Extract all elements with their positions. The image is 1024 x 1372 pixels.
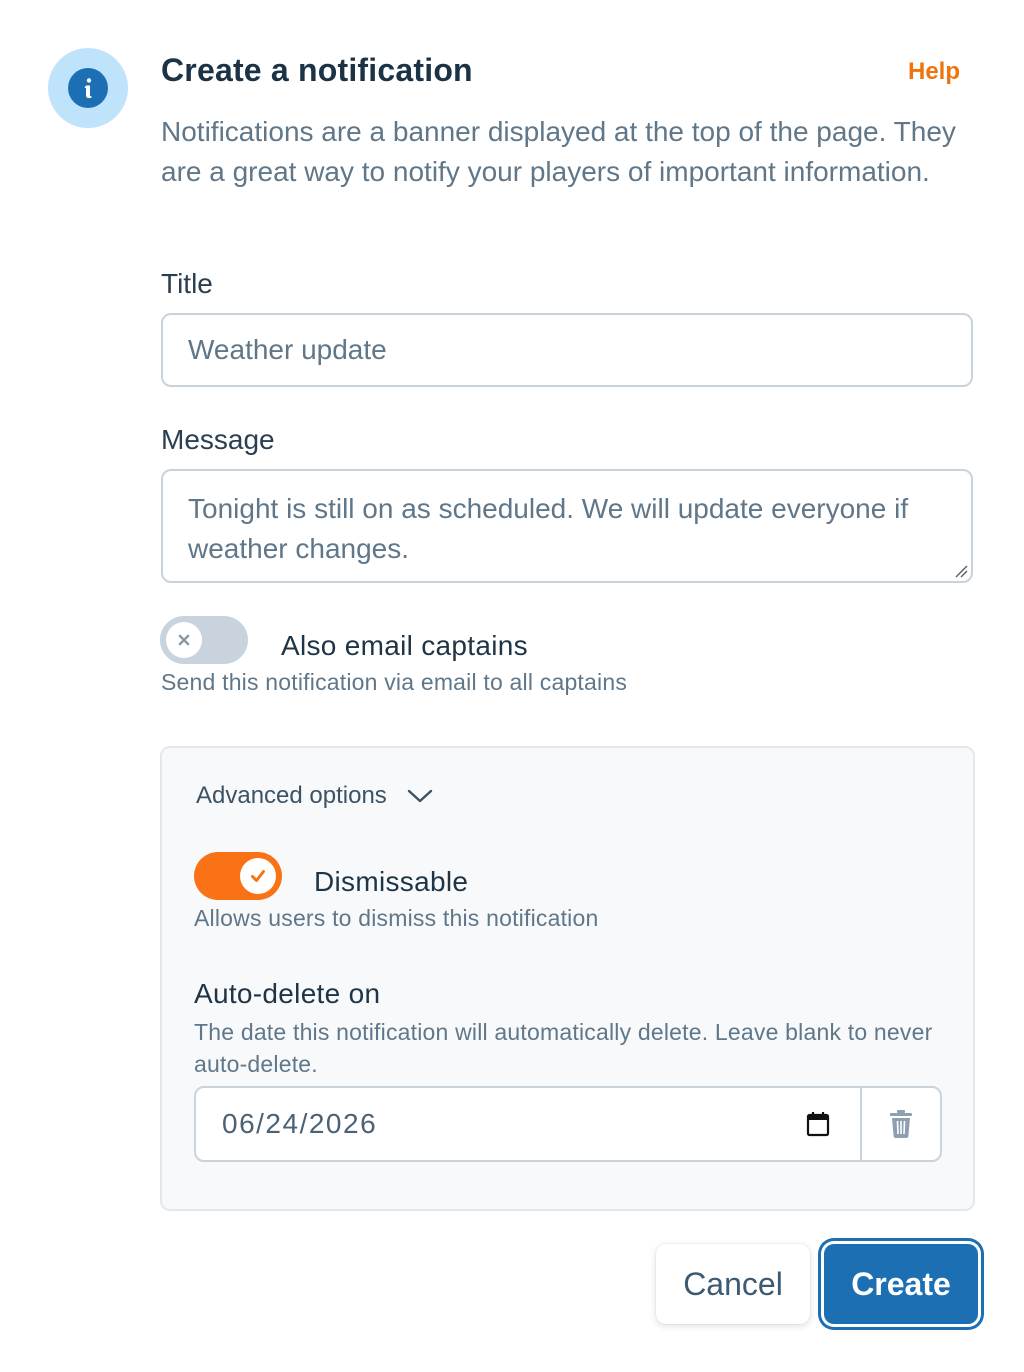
email-captains-description: Send this notification via email to all … xyxy=(161,669,628,695)
advanced-options-toggle[interactable]: Advanced options xyxy=(196,782,433,810)
chevron-down-icon xyxy=(407,789,433,803)
date-value: 06/24/2026 xyxy=(222,1108,378,1139)
create-button[interactable]: Create xyxy=(824,1244,978,1324)
title-label: Title xyxy=(161,268,213,299)
check-icon xyxy=(251,870,265,882)
calendar-icon[interactable] xyxy=(806,1111,830,1137)
clear-date-button[interactable] xyxy=(860,1088,940,1160)
title-input[interactable]: Weather update xyxy=(161,313,973,387)
dismissable-label: Dismissable xyxy=(314,866,469,897)
cancel-button[interactable]: Cancel xyxy=(656,1244,810,1324)
email-captains-toggle[interactable] xyxy=(160,616,248,664)
dismissable-toggle[interactable] xyxy=(194,852,282,900)
help-link[interactable]: Help xyxy=(908,58,960,86)
dialog-title: Create a notification xyxy=(161,52,473,88)
auto-delete-description: The date this notification will automati… xyxy=(194,1019,933,1077)
message-textarea-value: Tonight is still on as scheduled. We wil… xyxy=(188,493,909,564)
close-icon xyxy=(178,634,190,646)
toggle-knob xyxy=(166,622,202,658)
auto-delete-date-input[interactable]: 06/24/2026 xyxy=(196,1088,860,1160)
auto-delete-label: Auto-delete on xyxy=(194,978,381,1009)
resize-handle-icon[interactable] xyxy=(954,564,968,578)
toggle-knob xyxy=(240,858,276,894)
message-textarea[interactable]: Tonight is still on as scheduled. We wil… xyxy=(161,469,973,583)
email-captains-label: Also email captains xyxy=(281,630,528,661)
info-icon xyxy=(48,48,128,128)
message-label: Message xyxy=(161,424,275,455)
trash-icon xyxy=(890,1110,912,1138)
title-input-value: Weather update xyxy=(188,334,387,365)
create-notification-dialog: Create a notification Help Notifications… xyxy=(0,0,1024,1372)
dismissable-description: Allows users to dismiss this notificatio… xyxy=(194,905,599,931)
auto-delete-date-group: 06/24/2026 xyxy=(194,1086,942,1162)
advanced-options-label: Advanced options xyxy=(196,782,387,809)
dialog-intro: Notifications are a banner displayed at … xyxy=(161,116,956,187)
